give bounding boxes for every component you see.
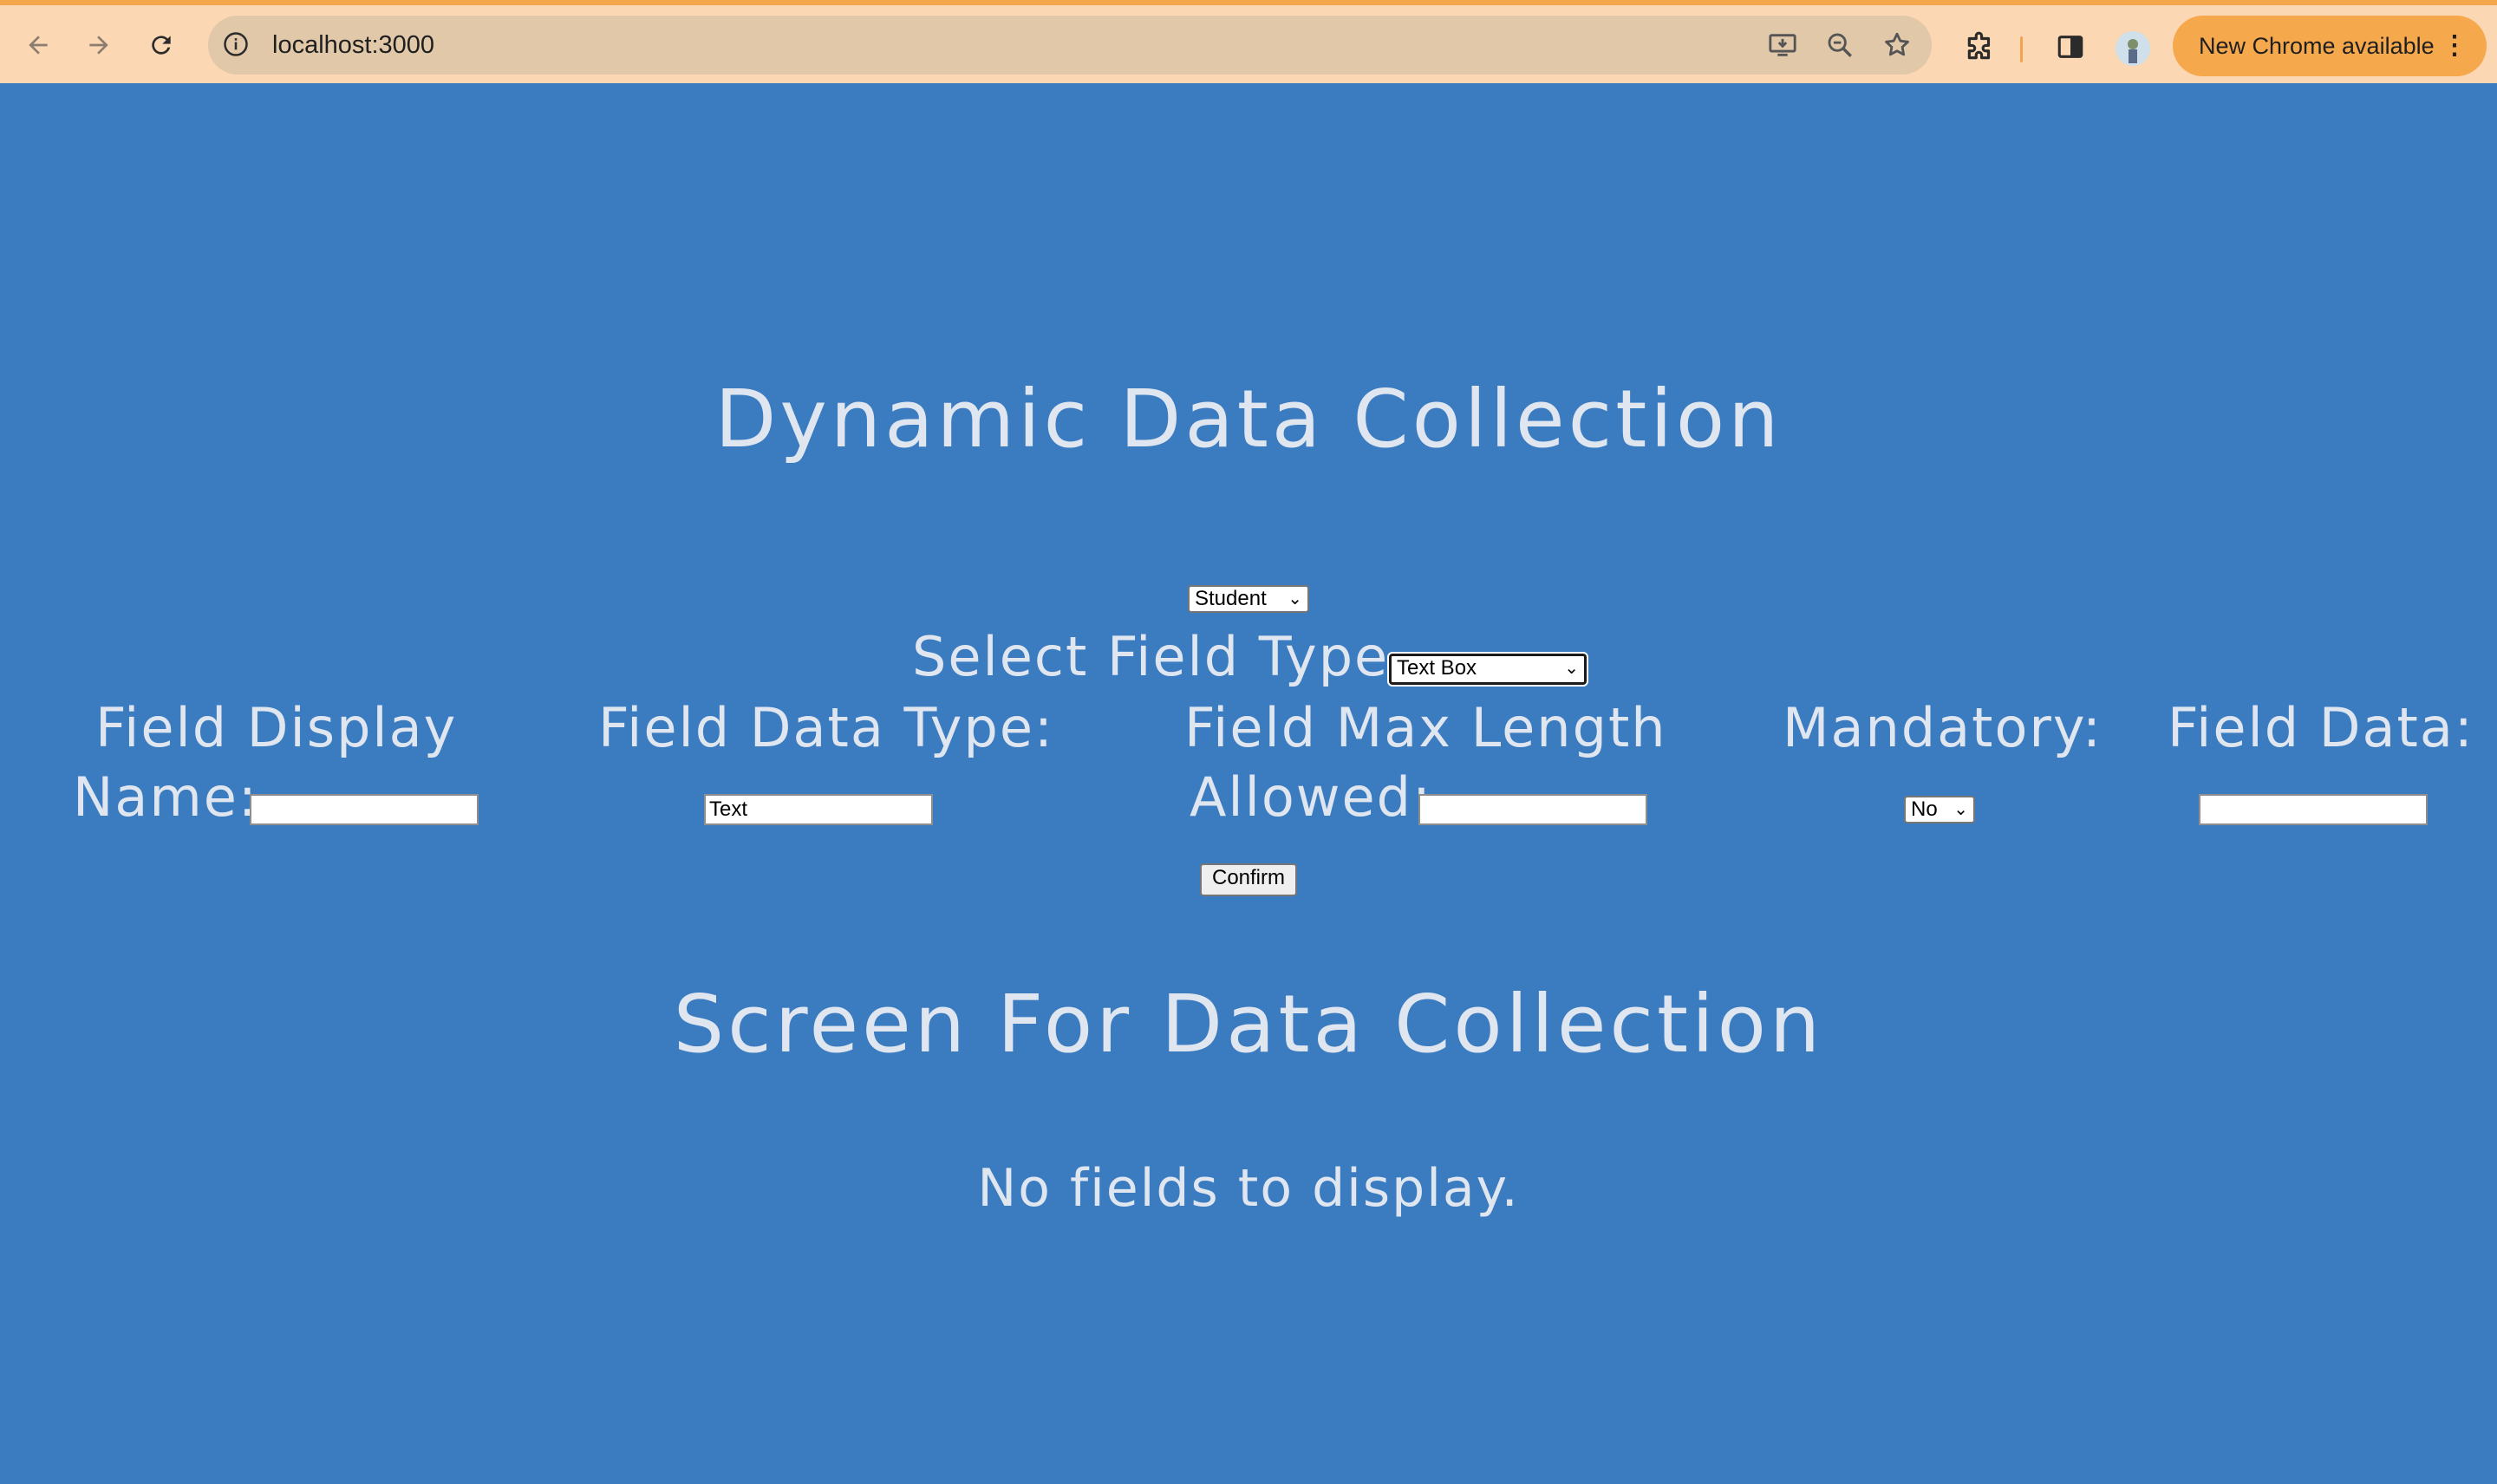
max-length-label-line2: Allowed: [1190,765,1432,829]
browser-toolbar: localhost:3000 New Chrome available ⋮ [0,0,2497,83]
section-title: Screen For Data Collection [673,978,1824,1071]
reload-button[interactable] [140,24,182,66]
back-button[interactable] [17,24,59,66]
field-type-select-value: Text Box [1397,656,1477,680]
mandatory-select-value: No [1911,797,1938,821]
zoom-icon[interactable] [1822,28,1857,62]
more-menu-icon[interactable]: ⋮ [2442,16,2468,76]
field-type-select[interactable]: Text Box ⌄ [1387,652,1588,687]
chevron-down-icon: ⌄ [1953,800,1968,819]
max-length-input[interactable] [1418,794,1647,825]
data-type-label: Field Data Type: [598,696,1054,759]
url-text[interactable]: localhost:3000 [272,16,434,75]
new-chrome-available-button[interactable]: New Chrome available ⋮ [2173,16,2487,76]
display-name-input[interactable] [250,794,479,825]
bookmark-star-icon[interactable] [1880,28,1914,62]
chevron-down-icon: ⌄ [1564,659,1579,678]
category-select[interactable]: Student ⌄ [1188,585,1309,613]
profile-avatar[interactable] [2116,31,2150,66]
install-app-icon[interactable] [1765,28,1800,62]
mandatory-label: Mandatory: [1783,696,2103,759]
confirm-button[interactable]: Confirm [1200,863,1297,896]
side-panel-icon[interactable] [2051,28,2090,66]
reload-icon [152,36,171,55]
field-data-label: Field Data: [2168,696,2474,759]
arrow-right-icon [89,36,108,55]
max-length-label-line1: Field Max Length [1184,696,1667,759]
forward-button[interactable] [78,24,120,66]
mandatory-select[interactable]: No ⌄ [1904,796,1975,823]
display-name-label-line2: Name: [73,765,258,829]
extensions-puzzle-icon[interactable] [1961,28,1999,66]
update-label: New Chrome available [2199,33,2435,59]
toolbar-divider [2020,36,2023,62]
empty-message: No fields to display. [977,1158,1520,1219]
site-info-icon[interactable] [220,29,251,60]
display-name-label-line1: Field Display [95,696,458,759]
arrow-left-icon [29,36,48,55]
field-type-label: Select Field Type [912,625,1390,688]
category-select-value: Student [1195,587,1267,610]
page-title: Dynamic Data Collection [714,373,1783,465]
chevron-down-icon: ⌄ [1288,589,1302,609]
data-type-input[interactable]: Text [704,794,933,825]
field-data-input[interactable] [2199,794,2428,825]
address-bar[interactable]: localhost:3000 [208,16,1932,75]
